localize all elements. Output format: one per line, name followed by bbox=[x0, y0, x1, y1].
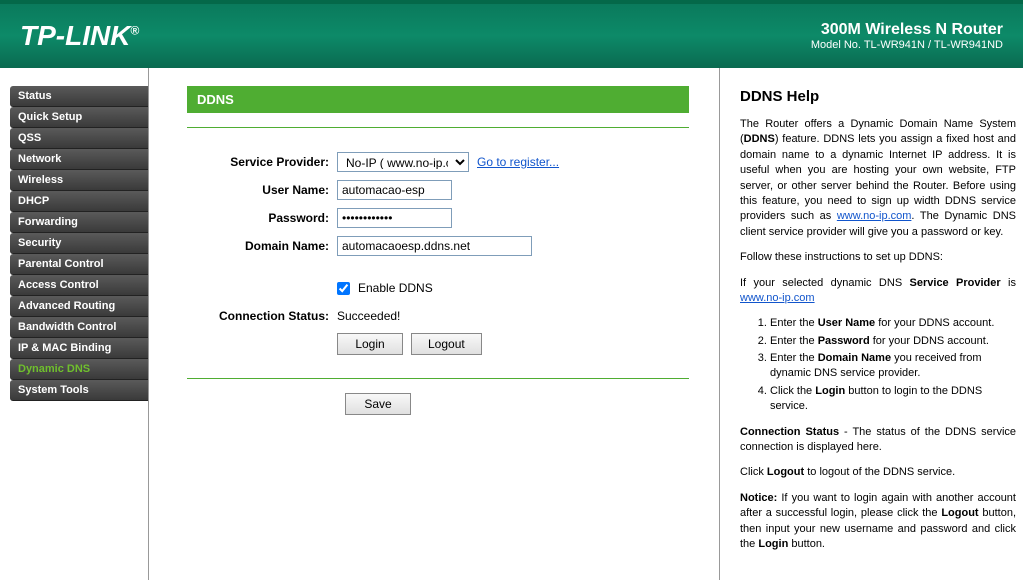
sidebar-item-dhcp[interactable]: DHCP bbox=[10, 191, 148, 212]
help-p3: If your selected dynamic DNS Service Pro… bbox=[740, 276, 1016, 307]
label-password: Password: bbox=[187, 211, 337, 225]
enable-ddns-checkbox[interactable] bbox=[337, 282, 350, 295]
label-user-name: User Name: bbox=[187, 183, 337, 197]
sidebar-item-bandwidth-control[interactable]: Bandwidth Control bbox=[10, 317, 148, 338]
help-title: DDNS Help bbox=[740, 86, 1016, 107]
label-service-provider: Service Provider: bbox=[187, 155, 337, 169]
help-p2: Follow these instructions to set up DDNS… bbox=[740, 250, 1016, 265]
sidebar-item-dynamic-dns[interactable]: Dynamic DNS bbox=[10, 359, 148, 380]
help-p5: Click Logout to logout of the DDNS servi… bbox=[740, 465, 1016, 480]
label-domain-name: Domain Name: bbox=[187, 239, 337, 253]
label-enable-ddns: Enable DDNS bbox=[358, 281, 433, 295]
sidebar-item-system-tools[interactable]: System Tools bbox=[10, 380, 148, 401]
help-steps: Enter the User Name for your DDNS accoun… bbox=[740, 316, 1016, 414]
help-step: Enter the Domain Name you received from … bbox=[770, 351, 1016, 382]
sidebar-item-status[interactable]: Status bbox=[10, 86, 148, 107]
sidebar-item-wireless[interactable]: Wireless bbox=[10, 170, 148, 191]
logout-button[interactable]: Logout bbox=[411, 333, 482, 355]
help-step: Enter the User Name for your DDNS accoun… bbox=[770, 316, 1016, 331]
help-step: Enter the Password for your DDNS account… bbox=[770, 334, 1016, 349]
help-panel: DDNS Help The Router offers a Dynamic Do… bbox=[720, 68, 1016, 580]
page-title: DDNS bbox=[187, 86, 689, 113]
sidebar-item-ip-mac-binding[interactable]: IP & MAC Binding bbox=[10, 338, 148, 359]
product-model: Model No. TL-WR941N / TL-WR941ND bbox=[811, 39, 1003, 51]
help-p4: Connection Status - The status of the DD… bbox=[740, 425, 1016, 456]
help-p6: Notice: If you want to login again with … bbox=[740, 491, 1016, 553]
sidebar-item-forwarding[interactable]: Forwarding bbox=[10, 212, 148, 233]
brand-logo: TP-LINK® bbox=[20, 20, 139, 52]
help-step: Click the Login button to login to the D… bbox=[770, 384, 1016, 415]
sidebar-item-network[interactable]: Network bbox=[10, 149, 148, 170]
sidebar-item-security[interactable]: Security bbox=[10, 233, 148, 254]
register-link[interactable]: Go to register... bbox=[477, 155, 559, 169]
label-connection-status: Connection Status: bbox=[187, 309, 337, 323]
save-button[interactable]: Save bbox=[345, 393, 411, 415]
help-link-noip[interactable]: www.no-ip.com bbox=[837, 210, 912, 222]
sidebar-item-advanced-routing[interactable]: Advanced Routing bbox=[10, 296, 148, 317]
login-button[interactable]: Login bbox=[337, 333, 403, 355]
service-provider-select[interactable]: No-IP ( www.no-ip.com ) bbox=[337, 152, 469, 172]
main-content: DDNS Service Provider: No-IP ( www.no-ip… bbox=[149, 68, 719, 580]
product-title: 300M Wireless N Router bbox=[811, 21, 1003, 39]
sidebar-item-parental-control[interactable]: Parental Control bbox=[10, 254, 148, 275]
sidebar: StatusQuick SetupQSSNetworkWirelessDHCPF… bbox=[0, 68, 148, 580]
sidebar-item-quick-setup[interactable]: Quick Setup bbox=[10, 107, 148, 128]
help-link-noip-2[interactable]: www.no-ip.com bbox=[740, 292, 815, 304]
header: TP-LINK® 300M Wireless N Router Model No… bbox=[0, 0, 1023, 68]
sidebar-item-access-control[interactable]: Access Control bbox=[10, 275, 148, 296]
help-p1: The Router offers a Dynamic Domain Name … bbox=[740, 117, 1016, 240]
connection-status-value: Succeeded! bbox=[337, 309, 400, 323]
domain-name-input[interactable] bbox=[337, 236, 532, 256]
sidebar-item-qss[interactable]: QSS bbox=[10, 128, 148, 149]
username-input[interactable] bbox=[337, 180, 452, 200]
password-input[interactable] bbox=[337, 208, 452, 228]
header-product-info: 300M Wireless N Router Model No. TL-WR94… bbox=[811, 21, 1003, 51]
